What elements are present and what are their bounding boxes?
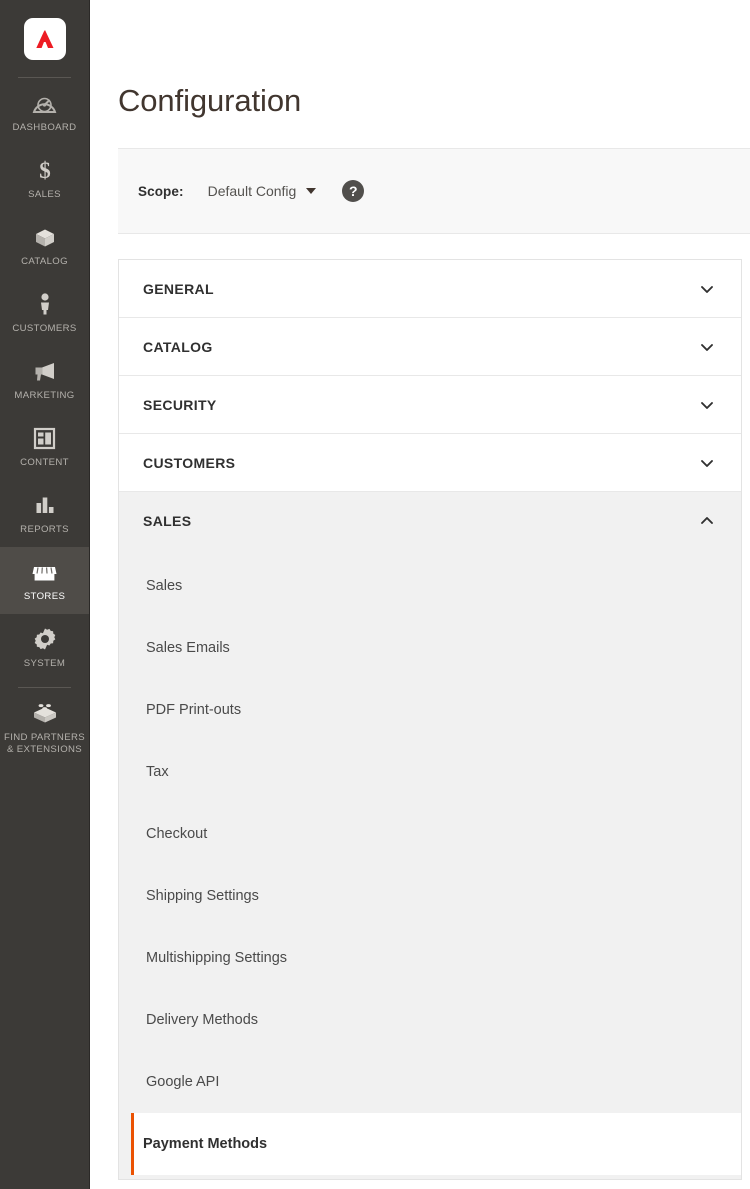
submenu-label: Sales Emails (146, 640, 230, 656)
sidebar-item-reports[interactable]: Reports (0, 480, 89, 547)
sidebar-item-label: Reports (20, 524, 69, 535)
sidebar-item-label: System (23, 658, 66, 669)
sidebar-item-content[interactable]: Content (0, 413, 89, 480)
accordion-title: Customers (143, 454, 236, 471)
accordion-header-catalog[interactable]: Catalog (119, 318, 741, 375)
accordion-header-general[interactable]: General (119, 260, 741, 317)
submenu-item-payment-methods[interactable]: Payment Methods (131, 1113, 741, 1175)
submenu-item-sales[interactable]: Sales (119, 555, 741, 617)
scope-bar: Scope: Default Config ? (118, 148, 750, 234)
lego-brick-icon (2, 700, 87, 726)
sidebar-item-label: Marketing (14, 390, 75, 401)
logo-container[interactable] (0, 14, 89, 60)
submenu-label: Checkout (146, 826, 208, 842)
accordion-title: Sales (143, 512, 192, 529)
scope-switcher-dropdown[interactable]: Default Config (208, 183, 317, 199)
accordion-title: General (143, 280, 214, 297)
submenu-label: Tax (146, 764, 169, 780)
accordion-title: Catalog (143, 338, 213, 355)
accordion-section-customers: Customers (119, 434, 741, 492)
megaphone-icon (2, 358, 87, 384)
sidebar-item-stores[interactable]: Stores (0, 547, 89, 614)
sidebar-item-label: Sales (28, 189, 61, 200)
accordion-header-security[interactable]: Security (119, 376, 741, 433)
sidebar-item-find-partners-extensions[interactable]: Find Partners & Extensions (0, 688, 89, 767)
submenu-item-google-api[interactable]: Google API (119, 1051, 741, 1113)
person-icon (2, 291, 87, 317)
sidebar-item-catalog[interactable]: Catalog (0, 212, 89, 279)
sidebar-item-system[interactable]: System (0, 614, 89, 681)
gear-icon (2, 626, 87, 652)
submenu-item-tax[interactable]: Tax (119, 741, 741, 803)
main-content: Configuration Scope: Default Config ? Ge… (90, 0, 750, 1189)
submenu-label: Payment Methods (143, 1136, 268, 1152)
box-icon (2, 224, 87, 250)
submenu-label: Google API (146, 1074, 220, 1090)
layout-page-icon (2, 425, 87, 451)
sidebar-item-sales[interactable]: $ Sales (0, 145, 89, 212)
svg-text:$: $ (39, 158, 51, 182)
chevron-down-icon (701, 285, 713, 293)
chevron-down-icon (306, 188, 317, 194)
sidebar-item-label: Stores (23, 591, 66, 602)
chevron-up-icon (701, 516, 713, 524)
submenu-label: PDF Print-outs (146, 702, 242, 718)
accordion-title: Security (143, 396, 217, 413)
bar-chart-icon (2, 492, 87, 518)
accordion-section-catalog: Catalog (119, 318, 741, 376)
submenu-label: Sales (146, 578, 183, 594)
submenu-label: Delivery Methods (146, 1012, 259, 1028)
admin-sidebar: Dashboard $ Sales Catalog (0, 0, 90, 1189)
sidebar-item-marketing[interactable]: Marketing (0, 346, 89, 413)
page-title: Configuration (118, 83, 302, 118)
accordion-header-sales[interactable]: Sales (119, 492, 741, 549)
adobe-logo-icon[interactable] (23, 18, 66, 60)
submenu-label: Shipping Settings (146, 888, 259, 904)
submenu-item-shipping-settings[interactable]: Shipping Settings (119, 865, 741, 927)
configuration-accordion: General Catalog Security (118, 259, 742, 1180)
chevron-down-icon (701, 401, 713, 409)
scope-label: Scope: (138, 183, 184, 199)
accordion-section-security: Security (119, 376, 741, 434)
sidebar-item-label: Find Partners & Extensions (4, 732, 85, 755)
accordion-section-sales: Sales Sales Sales Emails PDF Print-outs … (119, 492, 741, 1179)
sidebar-item-dashboard[interactable]: Dashboard (0, 78, 89, 145)
sidebar-item-customers[interactable]: Customers (0, 279, 89, 346)
accordion-section-general: General (119, 260, 741, 318)
accordion-header-customers[interactable]: Customers (119, 434, 741, 491)
sidebar-item-label: Dashboard (12, 122, 77, 133)
dashboard-gauge-icon (2, 90, 87, 116)
sidebar-item-label: Content (20, 457, 69, 468)
chevron-down-icon (701, 343, 713, 351)
help-icon[interactable]: ? (342, 180, 365, 202)
accordion-body-sales: Sales Sales Emails PDF Print-outs Tax Ch… (119, 549, 741, 1179)
dollar-sign-icon: $ (2, 157, 87, 183)
submenu-item-pdf-print-outs[interactable]: PDF Print-outs (119, 679, 741, 741)
sidebar-item-label: Catalog (21, 256, 68, 267)
admin-configuration-page: Dashboard $ Sales Catalog (0, 0, 750, 1189)
scope-selected-value: Default Config (207, 183, 297, 199)
submenu-item-checkout[interactable]: Checkout (119, 803, 741, 865)
submenu-label: Multishipping Settings (146, 950, 288, 966)
chevron-down-icon (701, 459, 713, 467)
submenu-item-sales-emails[interactable]: Sales Emails (119, 617, 741, 679)
sidebar-item-label: Customers (12, 323, 77, 334)
storefront-icon (2, 559, 87, 585)
submenu-item-multishipping-settings[interactable]: Multishipping Settings (119, 927, 741, 989)
submenu-item-delivery-methods[interactable]: Delivery Methods (119, 989, 741, 1051)
